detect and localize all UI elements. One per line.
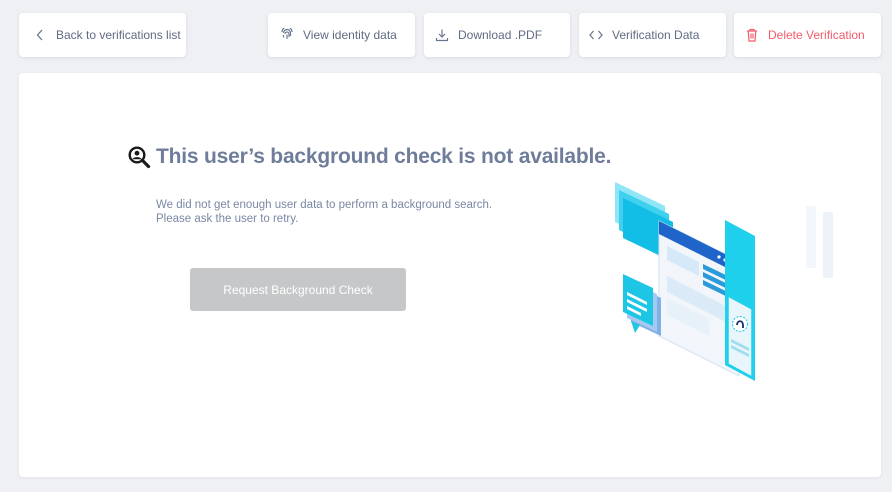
view-identity-data-label: View identity data: [303, 28, 397, 42]
description-line-2: Please ask the user to retry.: [156, 213, 299, 225]
download-pdf-label: Download .PDF: [458, 28, 543, 42]
page-heading: This user’s background check is not avai…: [127, 145, 611, 169]
trash-icon: [745, 28, 759, 42]
download-icon: [435, 28, 449, 42]
verification-data-label: Verification Data: [612, 28, 700, 42]
fingerprint-icon: [280, 28, 294, 42]
user-search-icon: [128, 146, 151, 169]
chevron-left-icon: [33, 28, 47, 42]
description: We did not get enough user data to perfo…: [156, 198, 492, 226]
code-icon: [589, 28, 603, 42]
back-to-list-label: Back to verifications list: [56, 28, 181, 42]
view-identity-data-button[interactable]: View identity data: [268, 13, 415, 57]
verification-data-button[interactable]: Verification Data: [579, 13, 726, 57]
main-panel: This user’s background check is not avai…: [19, 73, 881, 477]
back-to-list-button[interactable]: Back to verifications list: [19, 13, 186, 57]
download-pdf-button[interactable]: Download .PDF: [424, 13, 570, 57]
documents-illustration: [615, 182, 833, 381]
request-background-check-button[interactable]: Request Background Check: [190, 268, 406, 311]
description-line-1: We did not get enough user data to perfo…: [156, 199, 493, 211]
delete-verification-button[interactable]: Delete Verification: [734, 13, 881, 57]
delete-verification-label: Delete Verification: [768, 28, 865, 42]
page-title: This user’s background check is not avai…: [156, 145, 612, 168]
